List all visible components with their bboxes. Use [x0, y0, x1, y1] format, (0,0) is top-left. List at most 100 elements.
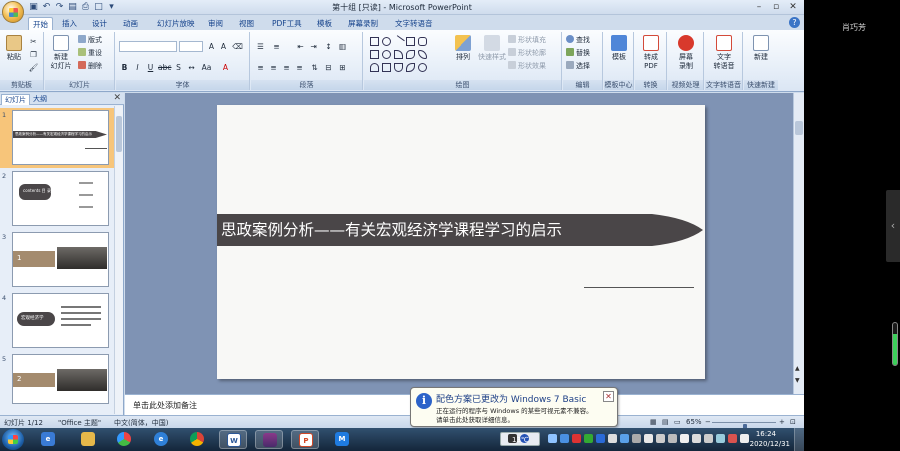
underline-icon[interactable]: U: [145, 62, 156, 73]
taskbar-winrar[interactable]: [255, 430, 283, 449]
template-button[interactable]: 模板: [605, 35, 633, 62]
flag-icon[interactable]: [680, 434, 689, 443]
shape-line-icon[interactable]: [392, 35, 405, 48]
wifi-icon[interactable]: [692, 434, 701, 443]
slide-thumb-2[interactable]: 2 contents 目 录: [0, 169, 114, 229]
copy-icon[interactable]: ❐: [28, 49, 39, 60]
display-icon[interactable]: [632, 434, 641, 443]
tab-insert[interactable]: 插入: [58, 17, 81, 30]
slide-thumb-3[interactable]: 3 1: [0, 230, 114, 290]
volume-icon[interactable]: [704, 434, 713, 443]
help-icon[interactable]: ?: [789, 17, 800, 28]
fit-window-icon[interactable]: ⊡: [790, 418, 796, 426]
antivirus-icon[interactable]: [728, 434, 737, 443]
scroll-thumb[interactable]: [116, 116, 122, 152]
find-button[interactable]: 查找: [566, 35, 590, 45]
text-to-speech-button[interactable]: 文字 转语音: [708, 35, 740, 71]
editor-scrollbar[interactable]: ▲ ▼: [793, 93, 804, 394]
shape-brace-icon[interactable]: [394, 63, 403, 72]
tab-animations[interactable]: 动画: [119, 17, 142, 30]
italic-icon[interactable]: I: [132, 62, 143, 73]
prev-slide-icon[interactable]: ▲: [795, 365, 800, 372]
shape-fill-button[interactable]: 形状填充: [508, 35, 546, 45]
shape-triangle-icon[interactable]: [370, 63, 379, 72]
cloud-icon[interactable]: [548, 434, 557, 443]
align-left-icon[interactable]: ≡: [255, 62, 266, 73]
clear-format-icon[interactable]: ⌫: [232, 41, 243, 52]
slide-title[interactable]: 思政案例分析——有关宏观经济学课程学习的启示: [221, 218, 562, 240]
cut-icon[interactable]: ✂: [28, 36, 39, 47]
tab-review[interactable]: 审阅: [204, 17, 227, 30]
taskbar-chrome[interactable]: [183, 430, 211, 449]
slide-thumb-1[interactable]: 1 思政案例分析——有关宏观经济学课程学习的启示: [0, 108, 114, 168]
zoom-level[interactable]: 65%: [686, 418, 702, 426]
security-icon[interactable]: [572, 434, 581, 443]
show-desktop-button[interactable]: [794, 428, 804, 451]
tab-design[interactable]: 设计: [88, 17, 111, 30]
reset-button[interactable]: 重设: [78, 48, 102, 58]
shape-textbox-icon[interactable]: [370, 37, 379, 46]
panel-scrollbar[interactable]: [114, 106, 123, 414]
shadow-icon[interactable]: S: [173, 62, 184, 73]
text-direction-icon[interactable]: ⇅: [309, 62, 320, 73]
weather-temperature[interactable]: 13℃: [512, 436, 529, 444]
increase-indent-icon[interactable]: ⇥: [308, 41, 319, 52]
align-text-icon[interactable]: ⊟: [323, 62, 334, 73]
shape-arrow-icon[interactable]: [382, 63, 391, 72]
shape-outline-button[interactable]: 形状轮廓: [508, 48, 546, 58]
tray-app-icon[interactable]: [608, 434, 617, 443]
network-icon[interactable]: [560, 434, 569, 443]
justify-icon[interactable]: ≡: [294, 62, 305, 73]
maximize-button[interactable]: ▫: [768, 1, 784, 13]
tab-view[interactable]: 视图: [235, 17, 258, 30]
layout-button[interactable]: 版式: [78, 35, 102, 45]
tab-pdf-tools[interactable]: PDF工具: [268, 17, 306, 30]
font-size-combo[interactable]: [179, 41, 203, 52]
bold-icon[interactable]: B: [119, 62, 130, 73]
shape-oval-icon[interactable]: [382, 37, 391, 46]
change-case-icon[interactable]: Aa: [201, 62, 212, 73]
taskbar-word[interactable]: W: [219, 430, 247, 449]
slide-canvas[interactable]: 思政案例分析——有关宏观经济学课程学习的启示: [217, 105, 705, 379]
columns-icon[interactable]: ▥: [337, 41, 348, 52]
language-indicator[interactable]: 中文(简体，中国): [114, 418, 168, 428]
delete-slide-button[interactable]: 删除: [78, 61, 102, 71]
tab-slideshow[interactable]: 幻灯片放映: [153, 17, 199, 30]
slide-thumb-5[interactable]: 5 2: [0, 352, 114, 412]
format-painter-icon[interactable]: 🖌: [28, 62, 39, 73]
bullets-icon[interactable]: ☰: [255, 41, 266, 52]
shape-effects-button[interactable]: 形状效果: [508, 61, 546, 71]
line-spacing-icon[interactable]: ↕: [323, 41, 334, 52]
shape-curve-icon[interactable]: [394, 50, 403, 59]
start-button[interactable]: [2, 429, 24, 450]
document-icon[interactable]: [644, 434, 653, 443]
notification-balloon[interactable]: i 配色方案已更改为 Windows 7 Basic 正在运行的程序与 Wind…: [410, 387, 618, 436]
decrease-indent-icon[interactable]: ⇤: [295, 41, 306, 52]
shape-square-icon[interactable]: [370, 50, 379, 59]
tab-text-to-speech[interactable]: 文字转语音: [391, 17, 437, 30]
numbering-icon[interactable]: ≡: [271, 41, 282, 52]
shield-icon[interactable]: [584, 434, 593, 443]
scroll-thumb[interactable]: [795, 121, 803, 135]
convert-pdf-button[interactable]: 转成 PDF: [636, 35, 666, 71]
shape-freeform-icon[interactable]: [418, 50, 427, 59]
shape-circle-icon[interactable]: [382, 50, 391, 59]
normal-view-icon[interactable]: ▦: [650, 418, 657, 426]
sorter-view-icon[interactable]: ▤: [662, 418, 669, 426]
slide-thumb-4[interactable]: 4 宏观经济学: [0, 291, 114, 351]
sync-icon[interactable]: [656, 434, 665, 443]
shape-more-icon[interactable]: [418, 63, 427, 72]
next-slide-icon[interactable]: ▼: [795, 377, 800, 384]
smartart-icon[interactable]: ⊞: [337, 62, 348, 73]
strikethrough-icon[interactable]: abc: [158, 62, 171, 73]
office-button[interactable]: [2, 1, 24, 23]
zoom-in-icon[interactable]: +: [779, 418, 785, 426]
shape-arc-icon[interactable]: [406, 50, 415, 59]
tab-screen-record[interactable]: 屏幕录制: [344, 17, 382, 30]
clock-time[interactable]: 16:24: [756, 430, 776, 438]
shape-rectangle-icon[interactable]: [406, 37, 415, 46]
font-name-combo[interactable]: [119, 41, 177, 52]
screen-record-button[interactable]: 屏幕 录制: [671, 35, 701, 71]
taskbar-powerpoint[interactable]: P: [291, 430, 319, 449]
font-color-icon[interactable]: A: [220, 62, 231, 73]
